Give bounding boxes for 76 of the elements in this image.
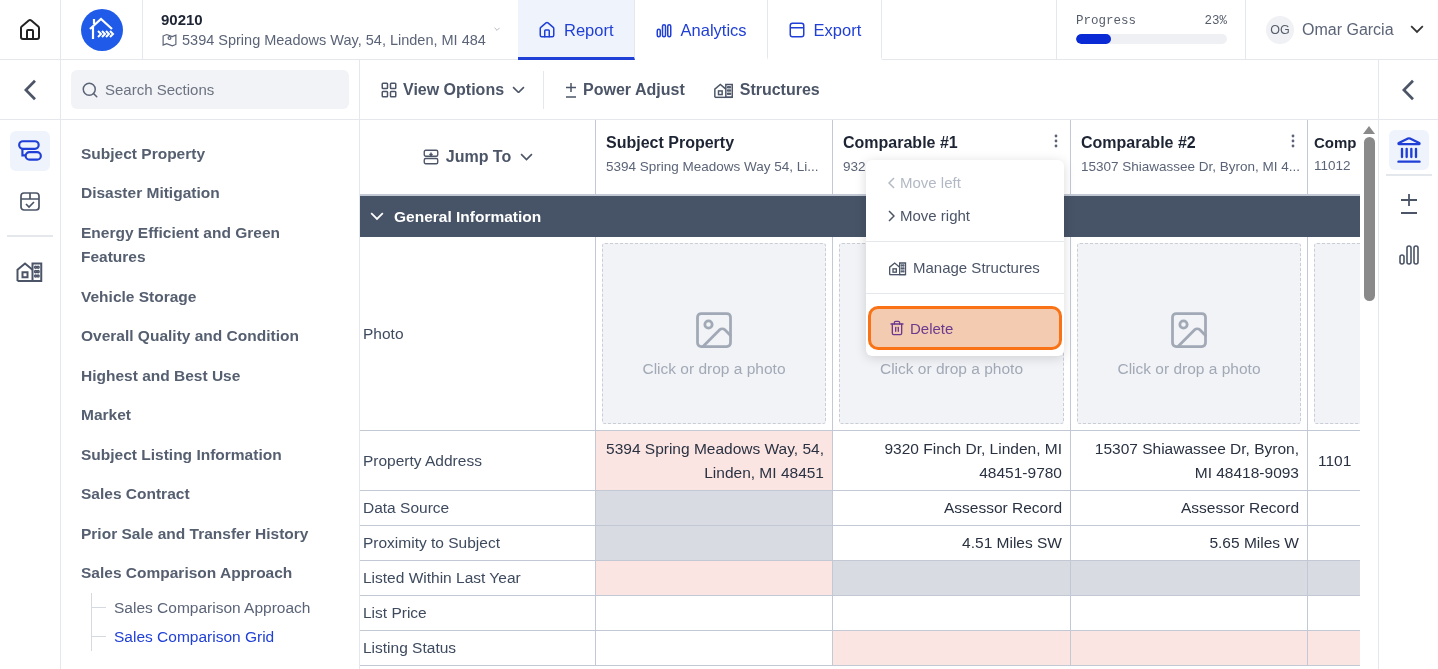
logo-icon — [80, 8, 123, 51]
nav-tab[interactable]: Export — [767, 0, 883, 60]
bar-chart-icon — [654, 21, 673, 39]
table-cell: Assessor Record — [1071, 491, 1308, 526]
table-cell: 9320 Finch Dr, Linden, MI 48451-9780 — [833, 431, 1071, 491]
more-button[interactable] — [1291, 134, 1295, 148]
chevron-down-icon — [520, 153, 534, 161]
bank-icon — [1394, 136, 1423, 164]
section-link[interactable]: Highest and Best Use — [81, 356, 241, 396]
column-subtitle: 5394 Spring Meadows Way 54, Li... — [606, 159, 819, 174]
checklist-box-icon — [18, 189, 42, 213]
map-icon — [161, 31, 178, 48]
section-link[interactable]: Market — [81, 395, 131, 435]
chevron-left-icon — [1402, 78, 1415, 101]
section-link[interactable]: Energy Efficient and Green Features — [81, 213, 319, 277]
more-button[interactable] — [1054, 134, 1058, 148]
avatar: OG — [1266, 15, 1294, 44]
scroll-up-icon[interactable] — [1363, 126, 1375, 134]
more-icon — [1054, 134, 1058, 148]
search-field[interactable]: Search Sections — [71, 70, 349, 109]
progress-reading: 23% — [1204, 14, 1227, 28]
layout-icon — [380, 80, 398, 99]
rail-button[interactable] — [10, 131, 50, 171]
table-cell: 5394 Spring Meadows Way, 54, Linden, MI 48451 — [596, 431, 833, 491]
menu-item[interactable]: Delete — [868, 306, 1062, 350]
progress-label: Progress — [1076, 14, 1136, 28]
section-link[interactable]: Sales Contract — [81, 474, 190, 514]
home-icon — [18, 17, 42, 42]
nav-tab[interactable]: Analytics — [634, 0, 768, 60]
property-code: 90210 — [161, 11, 203, 28]
column-title: Subject Property — [606, 134, 735, 152]
section-link[interactable]: Prior Sale and Transfer History — [81, 514, 309, 554]
subsection-link[interactable]: Sales Comparison Grid — [114, 626, 275, 647]
table-cell: 15307 Shiawassee Dr, Byron, MI 48418-9093 — [1071, 431, 1308, 491]
chevron-down-icon — [493, 25, 500, 34]
subsection-link[interactable]: Sales Comparison Approach — [114, 597, 311, 618]
sections-icon — [17, 138, 43, 164]
box-icon — [787, 21, 806, 39]
column-subtitle: 15307 Shiawassee Dr, Byron, MI 4... — [1081, 159, 1301, 174]
nav-tab[interactable]: Report — [518, 0, 635, 60]
jump-icon — [421, 148, 440, 166]
property-address: 5394 Spring Meadows Way, 54, Linden, MI 484 — [182, 31, 486, 48]
more-icon — [1291, 134, 1295, 148]
menu-item[interactable]: Move right — [866, 199, 1064, 232]
section-link[interactable]: Overall Quality and Condition — [81, 316, 299, 356]
section-link[interactable]: Subject Listing Information — [81, 435, 282, 475]
section-link[interactable]: Disaster Mitigation — [81, 173, 220, 213]
toolbar-button[interactable]: View Options — [380, 80, 526, 99]
section-link[interactable]: Sales Comparison Approach — [81, 553, 293, 593]
chevron-left-icon — [23, 78, 37, 101]
row-label: Photo — [360, 237, 596, 431]
column-subtitle: 932 — [843, 159, 866, 174]
chevron-left-icon — [888, 176, 895, 189]
menu-item[interactable]: Manage Structures — [866, 251, 1064, 284]
table-cell: 5.65 Miles W — [1071, 526, 1308, 561]
bar-chart-icon — [1396, 242, 1421, 266]
column-title: Comparable #1 — [843, 134, 958, 152]
jump-to-button[interactable]: Jump To — [360, 120, 596, 196]
column-subtitle: 11012 — [1314, 158, 1351, 173]
column-title: Comp — [1314, 134, 1357, 151]
trash-icon — [889, 320, 905, 336]
search-icon — [81, 81, 99, 99]
home-icon — [538, 21, 556, 39]
section-link[interactable]: Subject Property — [81, 134, 206, 174]
rail-button[interactable] — [1388, 130, 1429, 170]
section-link[interactable]: Vehicle Storage — [81, 277, 197, 317]
plus-minus-icon — [564, 80, 579, 99]
column-title: Comparable #2 — [1081, 134, 1196, 152]
toolbar-button[interactable]: Structures — [712, 78, 820, 101]
table-cell: 4.51 Miles SW — [833, 526, 1071, 561]
table-cell: Assessor Record — [833, 491, 1071, 526]
chevron-right-icon — [888, 209, 895, 222]
scrollbar-thumb[interactable] — [1363, 137, 1375, 301]
chevron-down-icon — [512, 85, 526, 94]
toolbar-button[interactable]: Power Adjust — [564, 80, 685, 99]
chevron-down-icon — [1409, 25, 1424, 34]
